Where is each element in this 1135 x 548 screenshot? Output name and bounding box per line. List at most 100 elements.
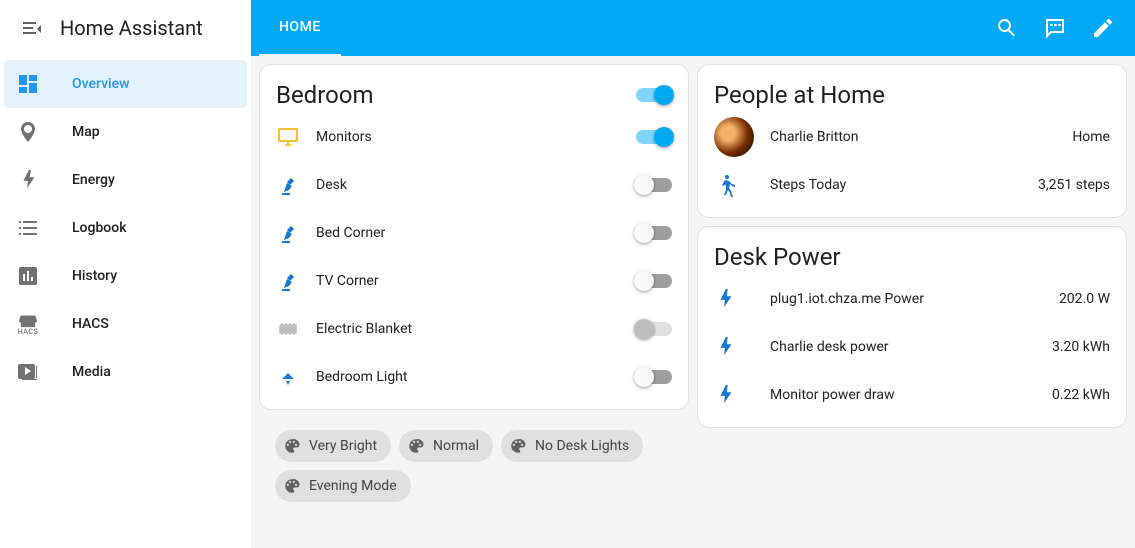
palette-icon	[509, 437, 527, 455]
list-icon	[16, 216, 40, 240]
entity-name: Desk	[316, 177, 636, 193]
monitor-icon	[276, 125, 316, 149]
card-title: Bedroom	[276, 81, 636, 109]
sidebar-item-energy[interactable]: Energy	[4, 156, 247, 204]
steps-label: Steps Today	[770, 177, 1038, 193]
chip-label: Very Bright	[309, 438, 377, 454]
palette-icon	[407, 437, 425, 455]
sidebar-header: Home Assistant	[0, 0, 251, 56]
sidebar-item-overview[interactable]: Overview	[4, 60, 247, 108]
entity-row-tv-corner[interactable]: TV Corner	[260, 257, 688, 305]
entity-name: Electric Blanket	[316, 321, 636, 337]
sensor-name: Charlie desk power	[770, 339, 1052, 355]
sidebar: Home Assistant Overview Map Energy Logbo…	[0, 0, 251, 548]
palette-icon	[283, 477, 301, 495]
pencil-icon	[1091, 16, 1115, 40]
steps-row[interactable]: Steps Today 3,251 steps	[698, 161, 1126, 209]
play-box-icon	[16, 360, 40, 384]
sensor-name: Monitor power draw	[770, 387, 1052, 403]
scene-chip-very-bright[interactable]: Very Bright	[275, 430, 391, 462]
sidebar-item-label: HACS	[72, 316, 109, 332]
sidebar-item-label: Media	[72, 364, 111, 380]
header: HOME	[251, 0, 1135, 56]
scenes-row: Very Bright Normal No Desk Lights	[259, 418, 689, 518]
chart-box-icon	[16, 264, 40, 288]
desk-lamp-icon	[276, 221, 316, 245]
chip-label: Evening Mode	[309, 478, 397, 494]
scene-chip-normal[interactable]: Normal	[399, 430, 493, 462]
scene-chip-no-desk-lights[interactable]: No Desk Lights	[501, 430, 643, 462]
person-row[interactable]: Charlie Britton Home	[698, 113, 1126, 161]
entity-toggle[interactable]	[636, 274, 672, 288]
entity-name: Bedroom Light	[316, 369, 636, 385]
store-icon: HACS	[16, 312, 40, 336]
menu-icon	[20, 16, 44, 40]
app-title: Home Assistant	[60, 16, 203, 40]
desk-power-card: Desk Power plug1.iot.chza.me Power 202.0…	[697, 226, 1127, 428]
entity-toggle[interactable]	[636, 178, 672, 192]
person-state: Home	[1072, 129, 1110, 145]
main: HOME Bedroom	[251, 0, 1135, 548]
chat-icon	[1043, 16, 1067, 40]
sensor-row[interactable]: plug1.iot.chza.me Power 202.0 W	[698, 275, 1126, 323]
card-title: People at Home	[714, 81, 1110, 109]
bedroom-card: Bedroom Monitors Desk	[259, 64, 689, 410]
entity-toggle[interactable]	[636, 370, 672, 384]
flash-icon	[714, 384, 754, 406]
sidebar-item-hacs[interactable]: HACS HACS	[4, 300, 247, 348]
sidebar-item-logbook[interactable]: Logbook	[4, 204, 247, 252]
chip-label: Normal	[433, 438, 479, 454]
sidebar-nav: Overview Map Energy Logbook History	[0, 56, 251, 400]
sidebar-item-label: Energy	[72, 172, 115, 188]
search-icon	[995, 16, 1019, 40]
entity-toggle[interactable]	[636, 130, 672, 144]
tab-label: HOME	[279, 19, 321, 35]
entity-toggle[interactable]	[636, 322, 672, 336]
dashboard-icon	[16, 72, 40, 96]
lightning-icon	[16, 168, 40, 192]
entity-row-bed-corner[interactable]: Bed Corner	[260, 209, 688, 257]
sidebar-item-label: Logbook	[72, 220, 127, 236]
entity-name: TV Corner	[316, 273, 636, 289]
sensor-row[interactable]: Monitor power draw 0.22 kWh	[698, 371, 1126, 419]
chat-button[interactable]	[1031, 4, 1079, 52]
avatar	[714, 117, 754, 157]
entity-row-electric-blanket[interactable]: Electric Blanket	[260, 305, 688, 353]
card-title: Desk Power	[714, 243, 1110, 271]
desk-lamp-icon	[276, 173, 316, 197]
desk-lamp-icon	[276, 269, 316, 293]
content: Bedroom Monitors Desk	[251, 56, 1135, 548]
sensor-name: plug1.iot.chza.me Power	[770, 291, 1059, 307]
sensor-row[interactable]: Charlie desk power 3.20 kWh	[698, 323, 1126, 371]
ceiling-light-icon	[276, 365, 316, 389]
sidebar-item-label: Overview	[72, 76, 129, 92]
flash-icon	[714, 336, 754, 358]
sensor-value: 202.0 W	[1059, 291, 1110, 307]
sidebar-item-label: Map	[72, 124, 100, 140]
sidebar-item-map[interactable]: Map	[4, 108, 247, 156]
bedroom-master-toggle[interactable]	[636, 88, 672, 102]
entity-row-monitors[interactable]: Monitors	[260, 113, 688, 161]
menu-collapse-button[interactable]	[12, 8, 52, 48]
sensor-value: 0.22 kWh	[1052, 387, 1110, 403]
sidebar-item-history[interactable]: History	[4, 252, 247, 300]
entity-name: Monitors	[316, 129, 636, 145]
palette-icon	[283, 437, 301, 455]
tab-home[interactable]: HOME	[259, 0, 341, 56]
sensor-value: 3.20 kWh	[1052, 339, 1110, 355]
chip-label: No Desk Lights	[535, 438, 629, 454]
entity-row-desk[interactable]: Desk	[260, 161, 688, 209]
scene-chip-evening-mode[interactable]: Evening Mode	[275, 470, 411, 502]
edit-button[interactable]	[1079, 4, 1127, 52]
search-button[interactable]	[983, 4, 1031, 52]
map-marker-icon	[16, 120, 40, 144]
radiator-icon	[276, 317, 316, 341]
people-card: People at Home Charlie Britton Home Step…	[697, 64, 1127, 218]
entity-toggle[interactable]	[636, 226, 672, 240]
walk-icon	[714, 173, 754, 197]
steps-value: 3,251 steps	[1038, 177, 1110, 193]
sidebar-item-label: History	[72, 268, 117, 284]
sidebar-item-media[interactable]: Media	[4, 348, 247, 396]
entity-row-bedroom-light[interactable]: Bedroom Light	[260, 353, 688, 401]
flash-icon	[714, 288, 754, 310]
